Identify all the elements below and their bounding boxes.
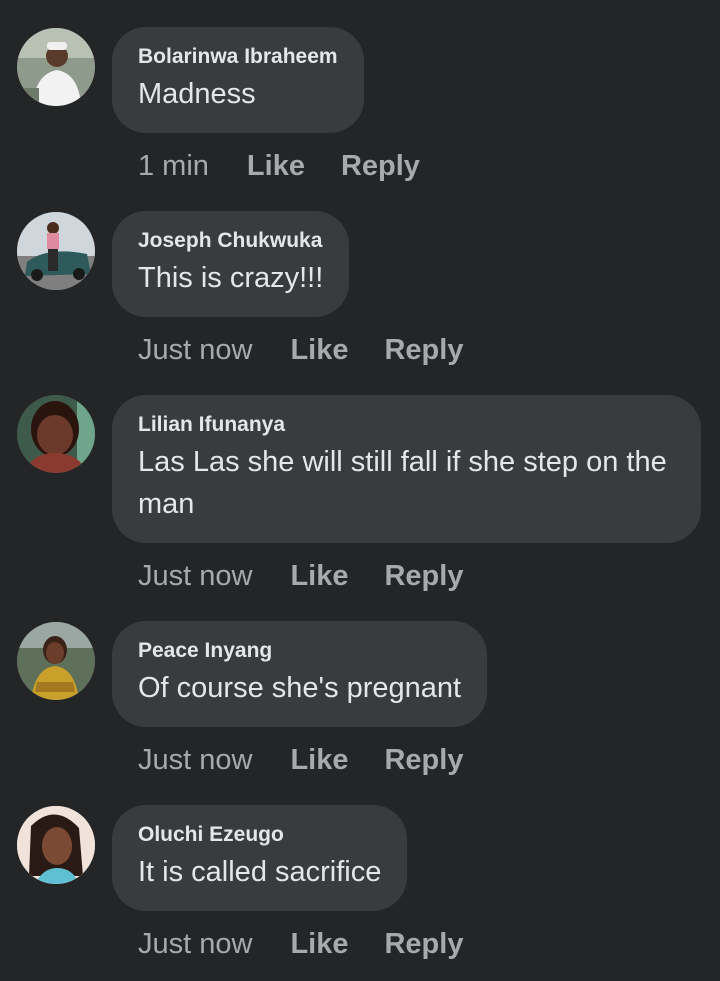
comment-actions: Just now Like Reply: [138, 556, 463, 596]
avatar[interactable]: [17, 806, 95, 884]
reply-button[interactable]: Reply: [341, 150, 420, 183]
comment-bubble: Bolarinwa Ibraheem Madness: [112, 27, 364, 133]
like-button[interactable]: Like: [290, 560, 348, 593]
comment-bubble: Peace Inyang Of course she's pregnant: [112, 621, 488, 727]
comment-bubble: Lilian Ifunanya Las Las she will still f…: [112, 395, 701, 543]
comment-actions: 1 min Like Reply: [138, 146, 420, 186]
comment-text: Las Las she will still fall if she step …: [138, 446, 667, 520]
avatar[interactable]: [17, 622, 95, 700]
profile-photo-icon: [17, 212, 95, 290]
comment-author[interactable]: Peace Inyang: [138, 637, 461, 665]
profile-photo-icon: [17, 395, 95, 473]
comment-author[interactable]: Joseph Chukwuka: [138, 227, 323, 255]
comment-timestamp[interactable]: Just now: [138, 560, 252, 593]
comment-timestamp[interactable]: Just now: [138, 334, 252, 367]
reply-button[interactable]: Reply: [384, 334, 463, 367]
comment-actions: Just now Like Reply: [138, 330, 463, 370]
reply-button[interactable]: Reply: [384, 928, 463, 961]
comment-author[interactable]: Lilian Ifunanya: [138, 411, 675, 439]
comment-actions: Just now Like Reply: [138, 740, 463, 780]
comment-actions: Just now Like Reply: [138, 924, 463, 964]
profile-photo-icon: [17, 28, 95, 106]
comment-author[interactable]: Oluchi Ezeugo: [138, 821, 381, 849]
profile-photo-icon: [17, 622, 95, 700]
comment-bubble: Oluchi Ezeugo It is called sacrifice: [112, 805, 408, 911]
comment-text: This is crazy!!!: [138, 262, 324, 294]
comment-timestamp[interactable]: Just now: [138, 744, 252, 777]
comment-timestamp[interactable]: 1 min: [138, 150, 209, 183]
like-button[interactable]: Like: [290, 744, 348, 777]
comment-text: Of course she's pregnant: [138, 672, 462, 704]
like-button[interactable]: Like: [290, 928, 348, 961]
avatar[interactable]: [17, 395, 95, 473]
avatar[interactable]: [17, 212, 95, 290]
comment-timestamp[interactable]: Just now: [138, 928, 252, 961]
avatar[interactable]: [17, 28, 95, 106]
comment-bubble: Joseph Chukwuka This is crazy!!!: [112, 211, 350, 317]
reply-button[interactable]: Reply: [384, 560, 463, 593]
like-button[interactable]: Like: [290, 334, 348, 367]
comment-text: It is called sacrifice: [138, 856, 382, 888]
comment-author[interactable]: Bolarinwa Ibraheem: [138, 43, 338, 71]
comment-text: Madness: [138, 78, 256, 110]
reply-button[interactable]: Reply: [384, 744, 463, 777]
profile-photo-icon: [17, 806, 95, 884]
like-button[interactable]: Like: [247, 150, 305, 183]
